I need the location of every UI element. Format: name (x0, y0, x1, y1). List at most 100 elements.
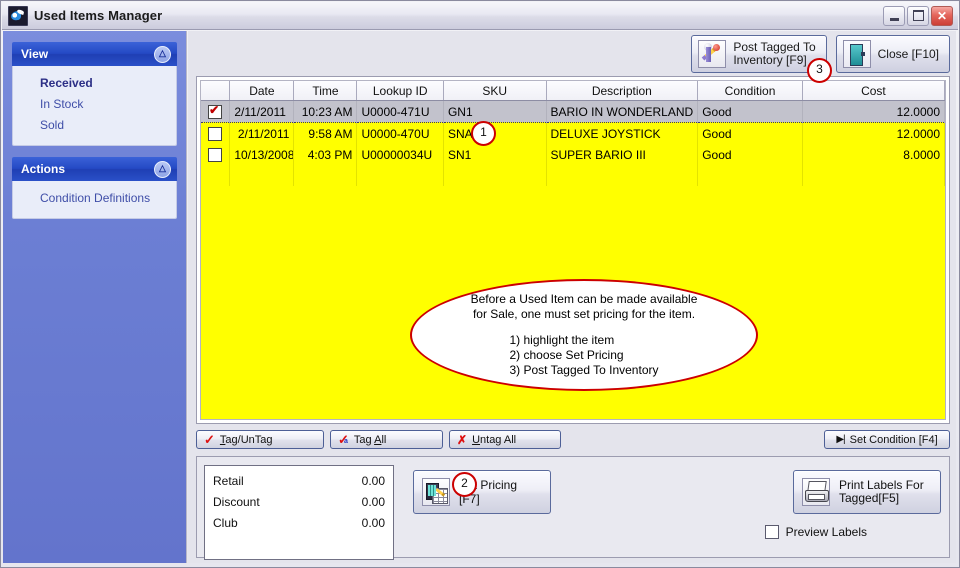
col-header-check[interactable] (201, 81, 231, 101)
table-row[interactable]: 10/13/2008 4:03 PM U00000034U SN1 SUPER … (201, 144, 945, 165)
tag-untag-label: Tag/UnTag (219, 433, 273, 446)
sidebar-item-condition-definitions[interactable]: Condition Definitions (13, 188, 176, 209)
sidebar-panel-actions-body: Condition Definitions (12, 181, 177, 219)
row-checkbox[interactable] (208, 147, 223, 162)
title-bar: Used Items Manager ✕ (2, 2, 958, 30)
minimize-button[interactable] (883, 5, 905, 26)
sidebar-panel-actions-header[interactable]: Actions △ (12, 157, 177, 181)
cell-condition: Good (697, 100, 803, 123)
sidebar-panel-view: View △ Received In Stock Sold (12, 42, 177, 146)
set-pricing-button[interactable]: Set Pricing [F7] (413, 470, 551, 514)
sidebar-item-sold[interactable]: Sold (13, 115, 176, 136)
chevron-up-icon[interactable]: △ (154, 160, 171, 178)
set-condition-button[interactable]: ▶| Set Condition [F4] (824, 430, 950, 449)
sidebar-panel-view-header[interactable]: View △ (12, 42, 177, 66)
window-title: Used Items Manager (34, 8, 163, 23)
discount-value: 0.00 (361, 495, 385, 509)
print-labels-button[interactable]: Print Labels For Tagged[F5] (793, 470, 941, 514)
sidebar-panel-view-title: View (21, 47, 49, 61)
preview-labels-checkbox-group[interactable]: Preview Labels (764, 525, 867, 539)
main-content: Post Tagged To Inventory [F9] Close [F10… (188, 31, 956, 563)
col-header-description[interactable]: Description (546, 81, 699, 101)
cell-date: 2/11/2011 (229, 122, 295, 144)
col-header-condition[interactable]: Condition (697, 81, 803, 101)
totals-row-club: Club 0.00 (213, 513, 385, 534)
maximize-button[interactable] (907, 5, 929, 26)
club-label: Club (213, 516, 238, 530)
annotation-marker-1: 1 (471, 121, 496, 146)
table-row[interactable]: 2/11/2011 9:58 AM U0000-470U SNA1 DELUXE… (201, 122, 945, 144)
col-header-sku[interactable]: SKU (443, 81, 547, 101)
calculator-spreadsheet-icon (422, 478, 450, 506)
totals-box: Retail 0.00 Discount 0.00 Club 0.00 (204, 465, 394, 560)
callout-step-2: 2) choose Set Pricing (509, 348, 624, 362)
annotation-marker-2: 2 (452, 472, 477, 497)
row-checkbox[interactable] (208, 103, 223, 119)
sidebar-item-in-stock[interactable]: In Stock (13, 94, 176, 115)
sidebar-item-received[interactable]: Received (13, 73, 176, 94)
cell-cost: 8.0000 (802, 144, 945, 165)
table-row[interactable]: 2/11/2011 10:23 AM U0000-471U GN1 BARIO … (201, 100, 945, 123)
sidebar-panel-actions: Actions △ Condition Definitions (12, 157, 177, 219)
chevron-up-icon[interactable]: △ (154, 45, 171, 63)
totals-row-retail: Retail 0.00 (213, 471, 385, 492)
close-f10-button[interactable]: Close [F10] (835, 35, 950, 73)
col-header-date[interactable]: Date (229, 81, 295, 101)
col-header-cost[interactable]: Cost (802, 81, 945, 101)
bottom-panel: Retail 0.00 Discount 0.00 Club 0.00 Set … (196, 456, 950, 560)
close-button[interactable]: ✕ (931, 5, 953, 26)
cell-lookup-id: U00000034U (356, 144, 444, 165)
callout-line-1: Before a Used Item can be made available (470, 292, 698, 306)
row-checkbox-cell[interactable] (201, 122, 231, 144)
printer-icon (802, 478, 830, 506)
cell-sku: SN1 (443, 144, 547, 165)
callout-step-1: 1) highlight the item (509, 333, 615, 347)
table-empty-area (201, 165, 945, 186)
exit-door-icon (842, 40, 871, 68)
cell-date: 2/11/2011 (229, 100, 295, 123)
row-checkbox[interactable] (208, 126, 223, 141)
col-header-time[interactable]: Time (293, 81, 358, 101)
items-table: Date Time Lookup ID SKU Description Cond… (201, 81, 945, 186)
pencil-icon (698, 40, 727, 68)
cell-description: BARIO IN WONDERLAND (546, 100, 699, 123)
tag-all-label: Tag All (353, 433, 387, 446)
set-condition-label: Set Condition [F4] (849, 433, 938, 446)
club-value: 0.00 (361, 516, 385, 530)
tag-untag-button[interactable]: ✓ Tag/UnTag (196, 430, 324, 449)
red-check-icon: ✓ (204, 432, 215, 447)
cell-lookup-id: U0000-471U (356, 100, 444, 123)
cell-time: 9:58 AM (293, 122, 358, 144)
retail-label: Retail (213, 474, 244, 488)
row-checkbox-cell[interactable] (201, 144, 231, 165)
col-header-lookup-id[interactable]: Lookup ID (356, 81, 444, 101)
grid-button-row: ✓ Tag/UnTag ✓ Tag All ✗ Untag All ▶| Set… (196, 430, 950, 449)
untag-all-label: Untag All (472, 433, 517, 446)
callout-step-3: 3) Post Tagged To Inventory (509, 363, 659, 377)
row-checkbox-cell[interactable] (201, 100, 231, 123)
cell-lookup-id: U0000-470U (356, 122, 444, 144)
cell-date: 10/13/2008 (229, 144, 295, 165)
cell-time: 10:23 AM (293, 100, 358, 123)
cell-cost: 12.0000 (802, 100, 945, 123)
sidebar: View △ Received In Stock Sold Actions △ … (3, 31, 187, 563)
untag-all-button[interactable]: ✗ Untag All (449, 430, 561, 449)
preview-labels-checkbox[interactable] (764, 525, 779, 539)
close-f10-label: Close [F10] (877, 46, 939, 61)
cell-time: 4:03 PM (293, 144, 358, 165)
discount-label: Discount (213, 495, 260, 509)
window-controls: ✕ (883, 5, 958, 26)
close-icon: ✕ (936, 8, 948, 23)
cell-description: SUPER BARIO III (546, 144, 699, 165)
instruction-callout: Before a Used Item can be made available… (410, 279, 758, 391)
print-labels-label: Print Labels For Tagged[F5] (839, 478, 924, 505)
red-check-icon: ✓ (338, 433, 349, 446)
sidebar-panel-actions-title: Actions (21, 162, 66, 176)
sidebar-panel-view-body: Received In Stock Sold (12, 66, 177, 146)
tag-all-button[interactable]: ✓ Tag All (330, 430, 443, 449)
red-x-icon: ✗ (457, 432, 468, 447)
application-window: Used Items Manager ✕ View △ Received In … (0, 0, 960, 568)
callout-line-2: for Sale, one must set pricing for the i… (472, 307, 696, 321)
skip-to-end-icon: ▶| (836, 434, 845, 445)
cell-condition: Good (697, 122, 803, 144)
